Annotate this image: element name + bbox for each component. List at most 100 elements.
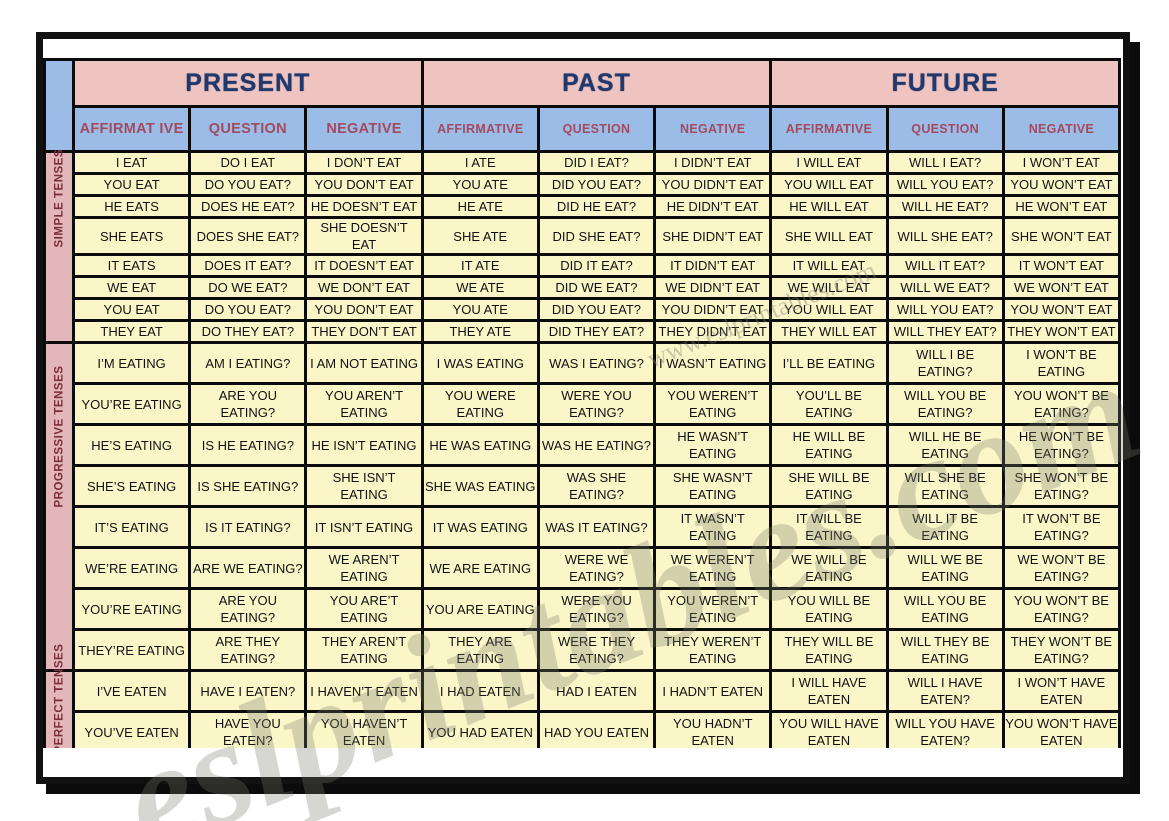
cell: YOU DON’T EAT: [307, 175, 421, 194]
tense-header-future: FUTURE: [772, 61, 1118, 105]
cell: YOU WILL BE EATING: [772, 590, 886, 628]
cell: WE WON’T BE EATING?: [1004, 549, 1118, 587]
cell: SHE’S EATING: [75, 467, 189, 505]
cell: YOU WON’T HAVE EATEN: [1004, 713, 1118, 748]
cell: WAS SHE EATING?: [539, 467, 654, 505]
cell: WERE THEY EATING?: [539, 631, 654, 669]
cell: DID I EAT?: [539, 153, 654, 172]
table-row: WE EAT DO WE EAT? WE DON’T EAT WE ATE DID WE…: [46, 278, 1118, 297]
cell: I HAD EATEN: [423, 672, 537, 710]
cell: I ATE: [423, 153, 537, 172]
cell: WILL IT BE EATING: [888, 508, 1002, 546]
cell: SHE DOESN’T EAT: [307, 219, 421, 253]
cell: HE’S EATING: [75, 426, 189, 464]
cell: YOU’LL BE EATING: [772, 385, 886, 423]
cell: WE’RE EATING: [75, 549, 189, 587]
type-header-8: NEGATIVE: [1004, 108, 1118, 150]
cell: YOU HAVEN’T EATEN: [307, 713, 421, 748]
cell: DOES IT EAT?: [191, 256, 305, 275]
tense-header-row: PRESENT PAST FUTURE: [46, 61, 1118, 150]
cell: WILL SHE BE EATING: [888, 467, 1002, 505]
table-row: HE’S EATING IS HE EATING? HE ISN’T EATING H…: [46, 426, 1118, 464]
tense-header-present: PRESENT: [75, 61, 421, 105]
type-header-2: NEGATIVE: [307, 108, 421, 150]
cell: SHE WASN’T EATING: [656, 467, 770, 505]
cell: DID YOU EAT?: [539, 300, 654, 319]
cell: DOES SHE EAT?: [191, 219, 305, 253]
cell: HE ATE: [423, 197, 537, 216]
cell: WE WILL BE EATING: [772, 549, 886, 587]
cell: YOU DIDN’T EAT: [656, 175, 770, 194]
cell: HE DOESN’T EAT: [307, 197, 421, 216]
cell: THEY WEREN’T EATING: [656, 631, 770, 669]
table-row: PROGRESSIVE TENSES I’M EATING AM I EATING?…: [46, 344, 1118, 669]
cell: THEY WILL BE EATING: [772, 631, 886, 669]
cell: YOU WON’T EAT: [1004, 175, 1118, 194]
cell: IT ATE: [423, 256, 537, 275]
cell: SHE ISN’T EATING: [307, 467, 421, 505]
cell: THEY WILL EAT: [772, 322, 886, 341]
cell: SHE WON’T BE EATING?: [1004, 467, 1118, 505]
cell: THEY ARE EATING: [423, 631, 537, 669]
cell: HE EATS: [75, 197, 189, 216]
cell: WE WON’T EAT: [1004, 278, 1118, 297]
cell: YOU EAT: [75, 300, 189, 319]
cell: SHE DIDN’T EAT: [656, 219, 770, 253]
table-row: SIMPLE TENSES I EAT DO I EAT I DON’T EAT I A…: [46, 149, 1118, 341]
cell: HAD I EATEN: [539, 672, 654, 710]
cell: WE EAT: [75, 278, 189, 297]
cell: IT ISN’T EATING: [307, 508, 421, 546]
cell: YOU WILL EAT: [772, 300, 886, 319]
cell: THEY DIDN’T EAT: [656, 322, 770, 341]
cell: YOU WON’T BE EATING?: [1004, 385, 1118, 423]
cell: YOU EAT: [75, 175, 189, 194]
table-row: YOU EAT DO YOU EAT? YOU DON’T EAT YOU ATE DI…: [46, 175, 1118, 194]
cell: HAVE YOU EATEN?: [191, 713, 305, 748]
cell: THEY WON’T BE EATING?: [1004, 631, 1118, 669]
cell: IT DIDN’T EAT: [656, 256, 770, 275]
cell: WILL HE EAT?: [888, 197, 1002, 216]
cell: DOES HE EAT?: [191, 197, 305, 216]
cell: HE WILL BE EATING: [772, 426, 886, 464]
cell: WILL YOU EAT?: [888, 300, 1002, 319]
cell: ARE YOU EATING?: [191, 385, 305, 423]
cell: I WASN’T EATING: [656, 344, 770, 382]
cell: WILL YOU BE EATING?: [888, 385, 1002, 423]
cell: DID WE EAT?: [539, 278, 654, 297]
cell: WILL THEY EAT?: [888, 322, 1002, 341]
cell: WILL YOU BE EATING: [888, 590, 1002, 628]
cell: HE WON’T BE EATING?: [1004, 426, 1118, 464]
cell: ARE YOU EATING?: [191, 590, 305, 628]
cell: YOU’VE EATEN: [75, 713, 189, 748]
verb-tenses-table-container: PRESENT PAST FUTURE AFFIRMAT IVE QUESTION NEG…: [43, 58, 1121, 748]
table-row: YOU’RE EATING ARE YOU EATING? YOU ARE’T EA…: [46, 590, 1118, 628]
cell: THEY’RE EATING: [75, 631, 189, 669]
cell: WERE YOU EATING?: [539, 385, 654, 423]
tense-header-past: PAST: [423, 61, 770, 105]
cell: YOU’RE EATING: [75, 385, 189, 423]
cell: WE DIDN’T EAT: [656, 278, 770, 297]
cell: WILL I BE EATING?: [888, 344, 1002, 382]
cell: IT’S EATING: [75, 508, 189, 546]
cell: WE WEREN’T EATING: [656, 549, 770, 587]
cell: HE ISN’T EATING: [307, 426, 421, 464]
cell: I WAS EATING: [423, 344, 537, 382]
cell: YOU ARE’T EATING: [307, 590, 421, 628]
section-label-perfect-tenses: PERFECT TENSES: [46, 643, 72, 748]
cell: SHE WILL EAT: [772, 219, 886, 253]
type-header-3: AFFIRMATIVE: [423, 108, 537, 150]
cell: WAS HE EATING?: [539, 426, 654, 464]
cell: WERE YOU EATING?: [539, 590, 654, 628]
section-label-text: SIMPLE TENSES: [53, 148, 65, 248]
table-row: WE’RE EATING ARE WE EATING? WE AREN’T EATI…: [46, 549, 1118, 587]
cell: YOU AREN’T EATING: [307, 385, 421, 423]
type-header-row: AFFIRMAT IVE QUESTION NEGATIVE AFFIRMATIVE Q…: [46, 108, 1118, 150]
table-corner-cell: [46, 61, 72, 150]
cell: WILL IT EAT?: [888, 256, 1002, 275]
cell: WILL THEY BE EATING: [888, 631, 1002, 669]
cell: SHE WILL BE EATING: [772, 467, 886, 505]
cell: WILL WE BE EATING: [888, 549, 1002, 587]
section-label-simple-tenses: SIMPLE TENSES: [46, 148, 72, 341]
cell: IS SHE EATING?: [191, 467, 305, 505]
cell: YOU WEREN’T EATING: [656, 590, 770, 628]
